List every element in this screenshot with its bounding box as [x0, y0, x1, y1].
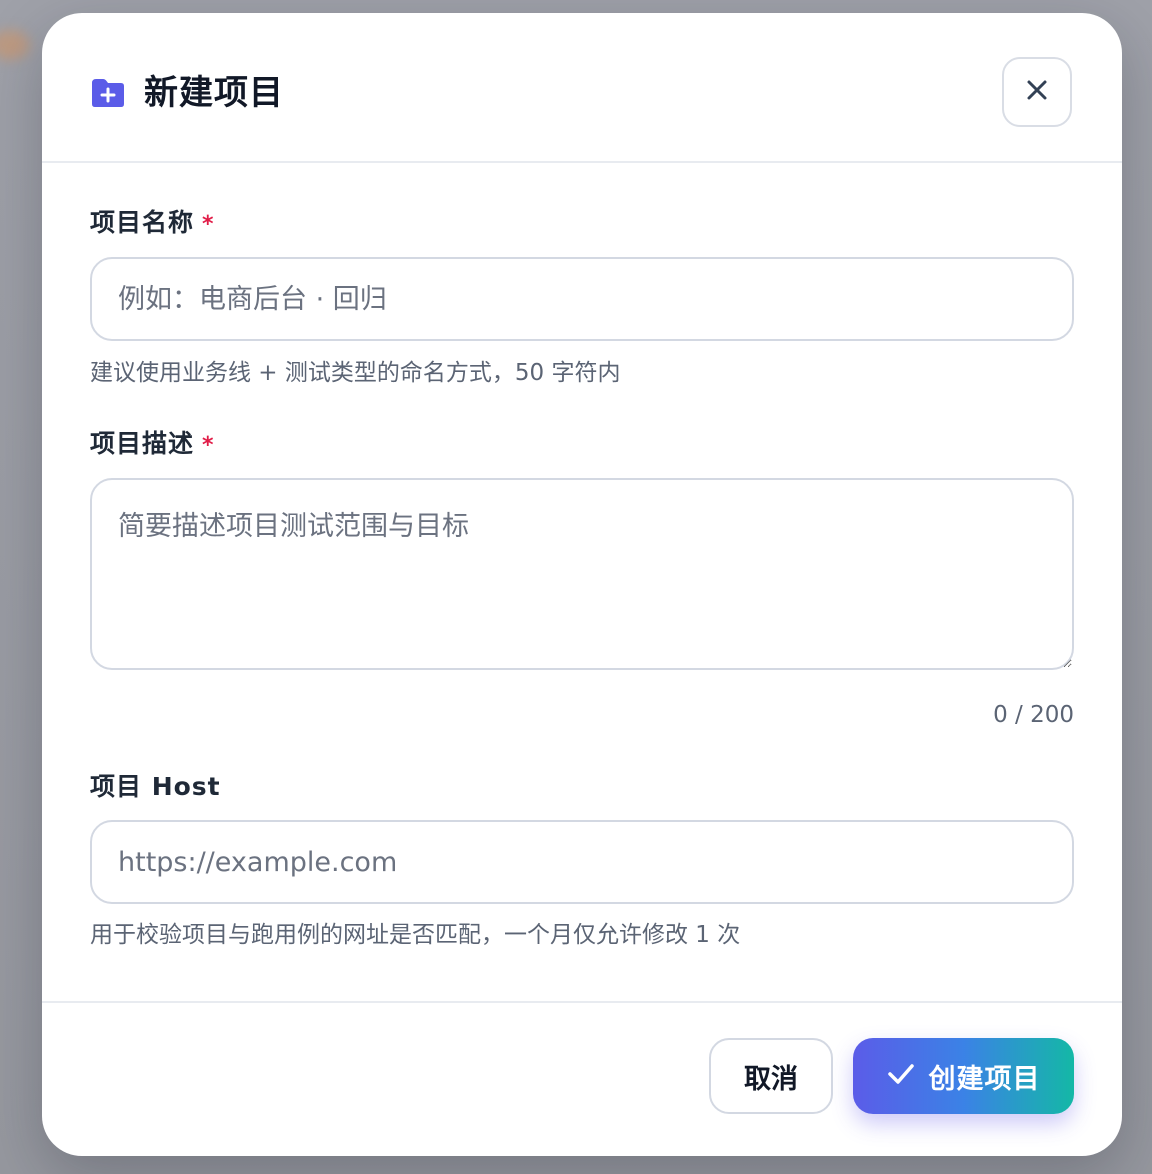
- dialog-title: 新建项目: [144, 73, 284, 113]
- project-description-textarea[interactable]: [90, 478, 1074, 670]
- create-button-label: 创建项目: [928, 1063, 1041, 1095]
- project-host-input[interactable]: [90, 820, 1074, 904]
- project-description-label-text: 项目描述: [90, 429, 195, 458]
- check-icon: [887, 1063, 915, 1089]
- new-project-dialog: 新建项目 项目名称 * 建议使用业务线 + 测试类型的命名方式，50 字符内 项目…: [42, 13, 1122, 1156]
- close-icon: [1026, 79, 1048, 105]
- folder-plus-icon: [90, 77, 126, 109]
- cancel-button-label: 取消: [744, 1063, 798, 1095]
- required-marker: *: [202, 433, 215, 458]
- project-host-label: 项目 Host: [90, 770, 221, 804]
- project-name-label-text: 项目名称: [90, 208, 195, 237]
- project-host-helper: 用于校验项目与跑用例的网址是否匹配，一个月仅允许修改 1 次: [90, 922, 741, 948]
- project-name-helper: 建议使用业务线 + 测试类型的命名方式，50 字符内: [90, 360, 621, 386]
- dialog-header: 新建项目: [42, 13, 1122, 163]
- required-marker: *: [202, 212, 215, 237]
- project-host-label-text: 项目 Host: [90, 772, 221, 801]
- dialog-footer: 取消 创建项目: [42, 1001, 1122, 1156]
- project-name-label: 项目名称 *: [90, 206, 215, 242]
- create-project-button[interactable]: 创建项目: [853, 1038, 1074, 1114]
- project-name-input[interactable]: [90, 257, 1074, 341]
- project-description-label: 项目描述 *: [90, 427, 215, 463]
- cancel-button[interactable]: 取消: [709, 1038, 833, 1114]
- close-button[interactable]: [1002, 57, 1072, 127]
- description-char-counter: 0 / 200: [993, 702, 1074, 728]
